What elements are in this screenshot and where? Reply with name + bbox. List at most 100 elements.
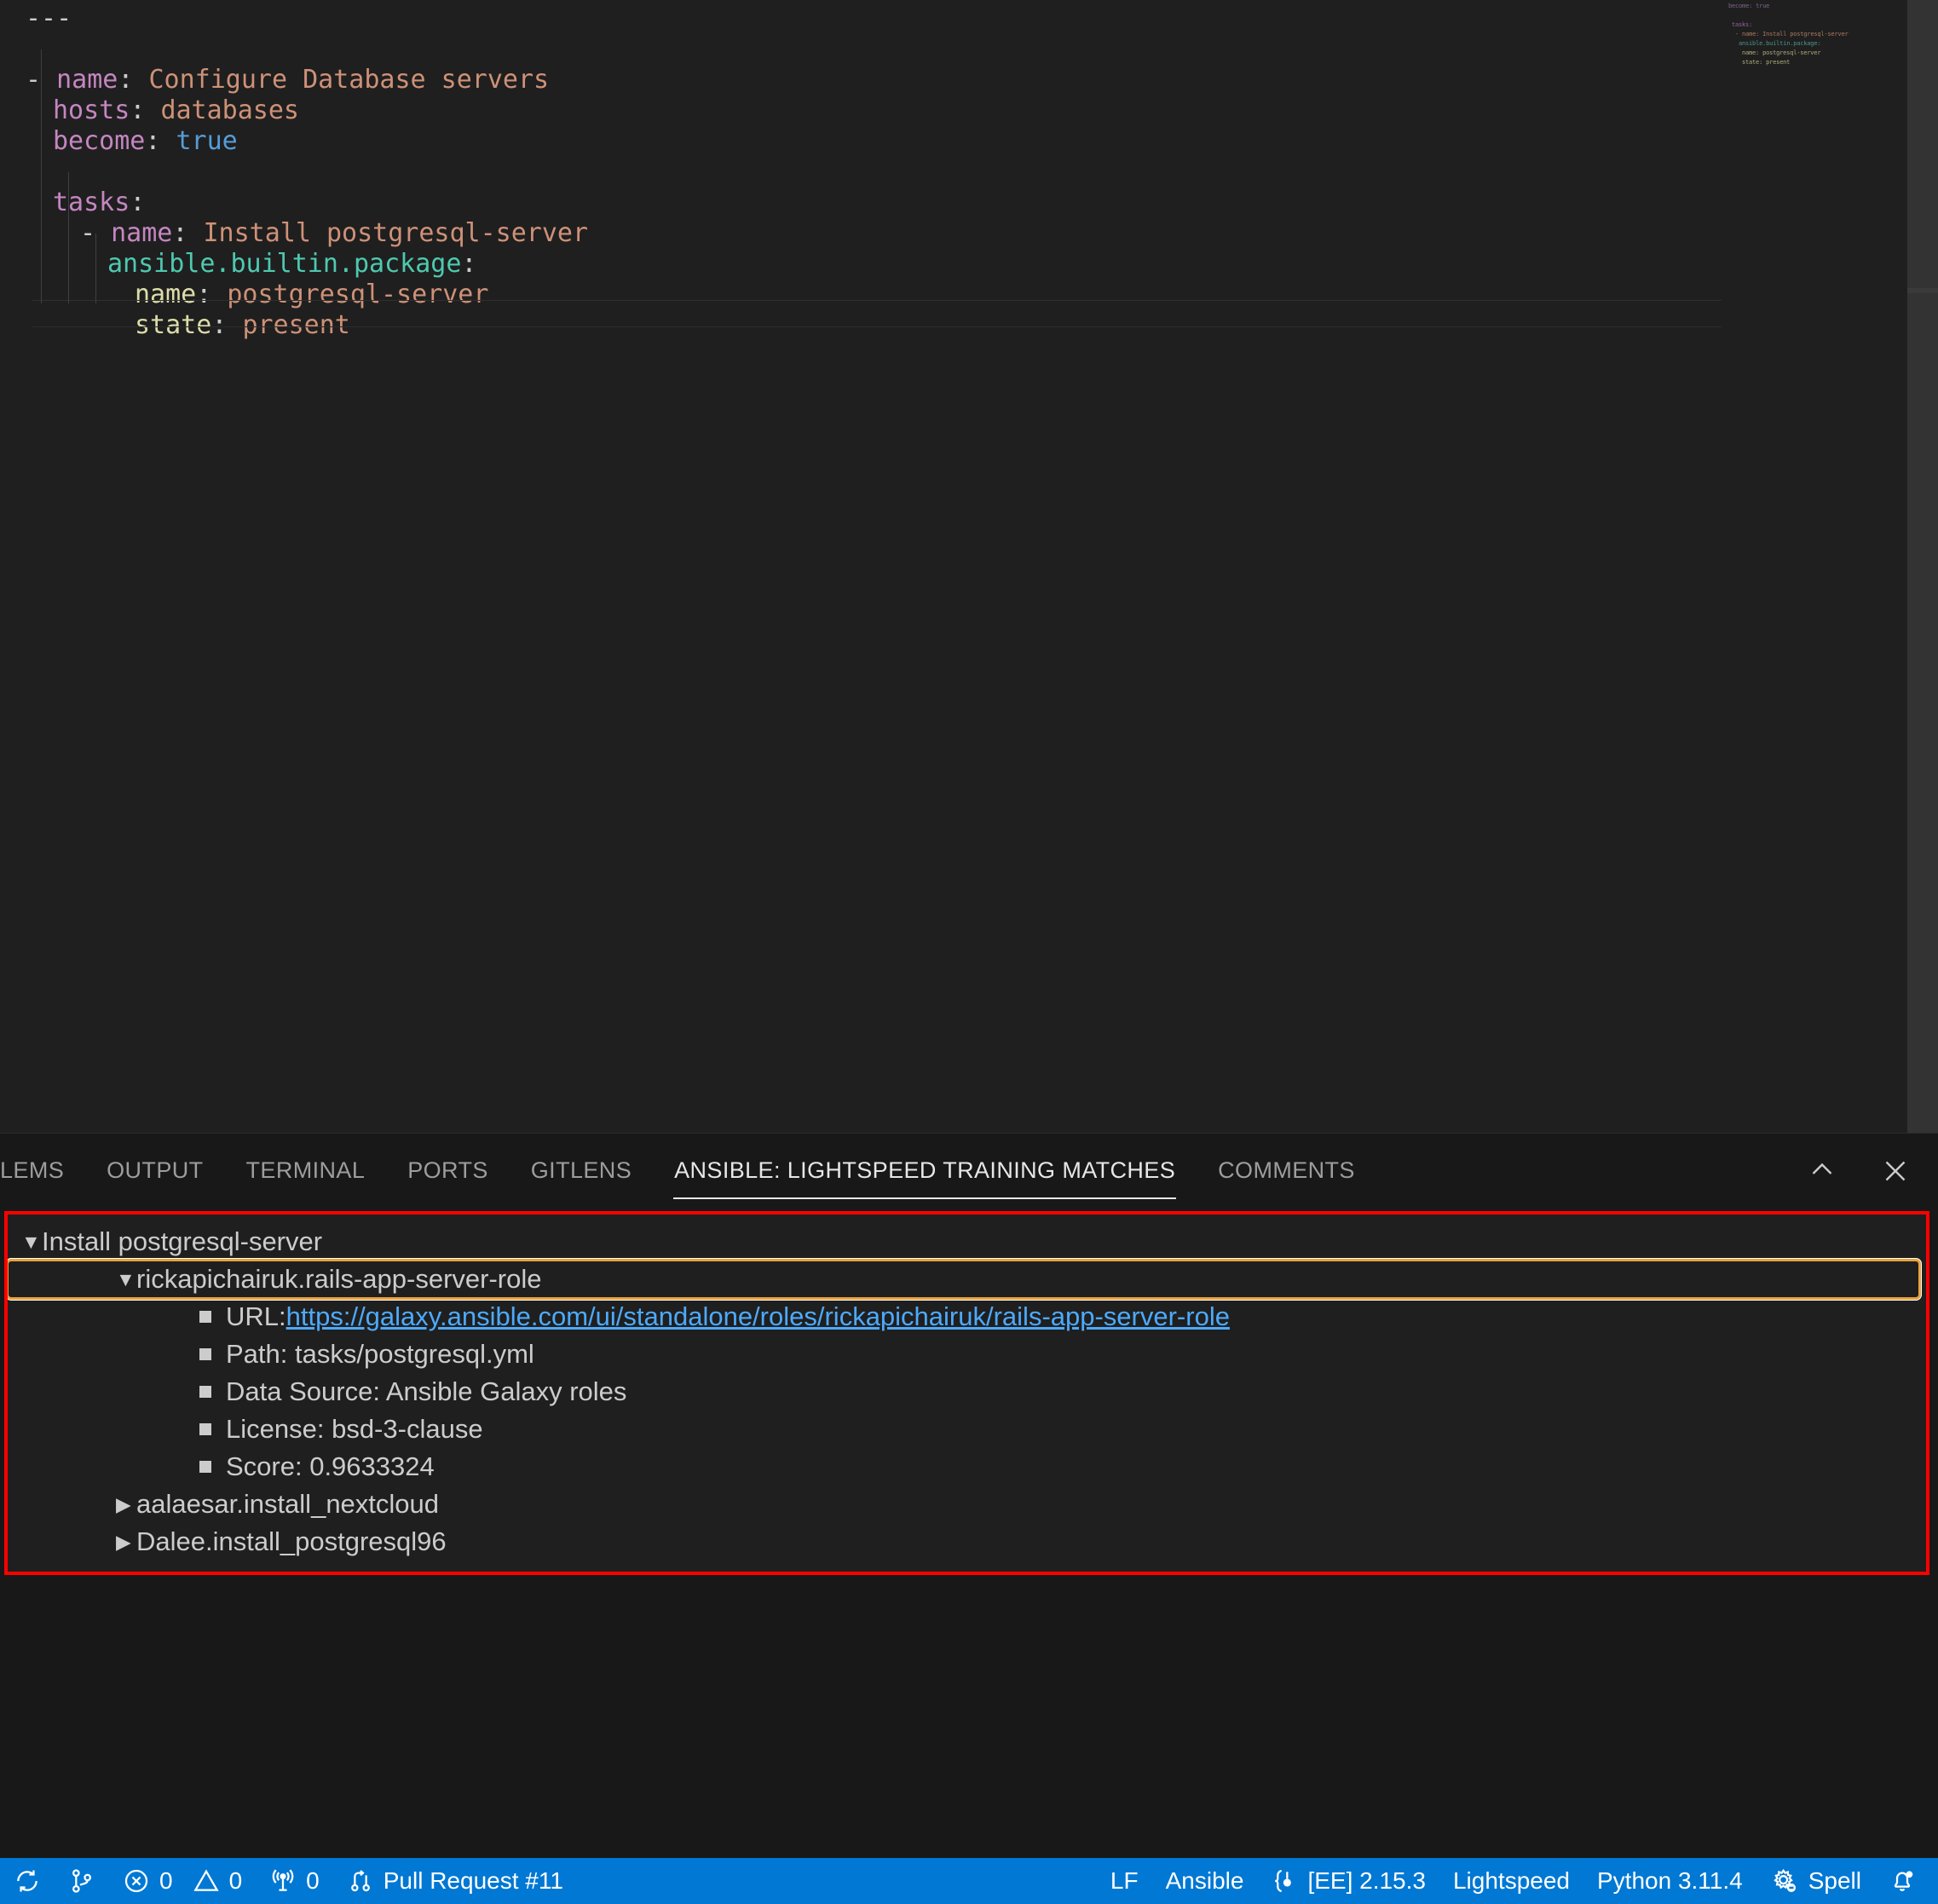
language-mode-label: Ansible	[1165, 1867, 1244, 1894]
chevron-right-icon[interactable]: ▶	[116, 1532, 136, 1552]
vscode-window: --- - name: Configure Database servers hos…	[0, 0, 1938, 1904]
code-token: become	[53, 126, 146, 156]
tree-leaf[interactable]: Data Source: Ansible Galaxy roles	[8, 1373, 1926, 1411]
code-token: present	[242, 310, 350, 340]
training-matches-tree[interactable]: ▼ Install postgresql-server ▼ rickapichairu…	[8, 1215, 1926, 1561]
minimap-line: tasks:	[1732, 21, 1753, 28]
panel-tab-output[interactable]: OUTPUT	[85, 1134, 224, 1208]
training-matches-highlight-box: ▼ Install postgresql-server ▼ rickapichairu…	[4, 1211, 1929, 1575]
code-line: hosts: databases	[0, 95, 588, 126]
tree-leaf-url-link[interactable]: https://galaxy.ansible.com/ui/standalone…	[286, 1301, 1230, 1332]
code-content[interactable]: --- - name: Configure Database servers hos…	[0, 0, 588, 341]
code-line: - name: Configure Database servers	[0, 65, 588, 95]
close-icon[interactable]	[1878, 1154, 1912, 1188]
code-line: become: true	[0, 126, 588, 157]
tree-leaf[interactable]: Path: tasks/postgresql.yml	[8, 1336, 1926, 1373]
panel-tab-comments[interactable]: COMMENTS	[1197, 1134, 1376, 1208]
tree-leaf[interactable]: License: bsd-3-clause	[8, 1411, 1926, 1448]
editor-scrollbar-thumb[interactable]	[1907, 0, 1938, 1133]
radio-tower-status[interactable]: 0	[256, 1858, 333, 1904]
tree-leaf[interactable]: URL: https://galaxy.ansible.com/ui/stand…	[8, 1298, 1926, 1336]
code-token: :	[196, 280, 228, 309]
panel-tab-lems[interactable]: LEMS	[0, 1134, 85, 1208]
indent-guide	[41, 49, 42, 303]
code-region-separator-2	[32, 326, 1724, 327]
panel-tab-terminal[interactable]: TERMINAL	[225, 1134, 387, 1208]
code-editor[interactable]: --- - name: Configure Database servers hos…	[0, 0, 1938, 1133]
code-token: state	[135, 310, 212, 340]
spell-check-icon	[1774, 1868, 1796, 1893]
editor-minimap[interactable]: become: true tasks: - name: Install postgr…	[1722, 0, 1907, 1133]
tree-item-label: rickapichairuk.rails-app-server-role	[136, 1264, 542, 1294]
spell-check-label: Spell	[1808, 1867, 1861, 1894]
bullet-icon	[199, 1311, 211, 1323]
code-token: Configure Database servers	[148, 65, 550, 95]
code-token: databases	[160, 95, 299, 125]
ansible-ee-label: [EE] 2.15.3	[1307, 1867, 1426, 1894]
chevron-down-icon[interactable]: ▼	[21, 1232, 42, 1252]
code-token: :	[211, 310, 243, 340]
status-bar-left: 0 0 0 Pull Request #11	[0, 1858, 577, 1904]
tree-item-label: Score: 0.9633324	[226, 1451, 435, 1481]
tree-item-label: Path: tasks/postgresql.yml	[226, 1339, 534, 1369]
panel-tab-ports[interactable]: PORTS	[386, 1134, 510, 1208]
tree-node[interactable]: ▶ Dalee.install_postgresql96	[8, 1523, 1926, 1561]
chevron-down-icon[interactable]: ▼	[116, 1269, 136, 1290]
code-line: - name: Install postgresql-server	[0, 218, 588, 249]
code-token: :	[145, 126, 176, 156]
pull-request-status[interactable]: Pull Request #11	[333, 1858, 577, 1904]
minimap-line: - name: Install postgresql-server	[1735, 31, 1849, 38]
panel-actions	[1805, 1134, 1912, 1208]
tree-leaf[interactable]: Score: 0.9633324	[8, 1448, 1926, 1486]
indent-guide	[68, 172, 69, 303]
code-line: tasks:	[0, 188, 588, 218]
tree-node-focused[interactable]: ▼ rickapichairuk.rails-app-server-role	[8, 1259, 1921, 1300]
panel-tab-gitlens[interactable]: GITLENS	[510, 1134, 653, 1208]
minimap-line: state: present	[1742, 59, 1791, 66]
eol-status[interactable]: LF	[1097, 1858, 1152, 1904]
ansible-ee-icon	[1275, 1869, 1292, 1893]
editor-overview-marker	[1907, 288, 1938, 293]
code-token: :	[172, 218, 204, 248]
tree-leaf-label: URL:	[226, 1301, 286, 1331]
error-count: 0	[159, 1867, 173, 1894]
panel-tab-ansible-lightspeed-training-matches[interactable]: ANSIBLE: LIGHTSPEED TRAINING MATCHES	[653, 1134, 1197, 1208]
code-token: tasks	[53, 188, 130, 217]
code-token: hosts	[53, 95, 130, 125]
pull-request-label: Pull Request #11	[383, 1867, 563, 1894]
code-token: :	[118, 65, 149, 95]
panel-header: LEMS OUTPUT TERMINAL PORTS GITLENS ANSIBLE: L…	[0, 1134, 1938, 1208]
bullet-icon	[199, 1423, 211, 1435]
source-control-icon[interactable]	[55, 1858, 109, 1904]
tree-node[interactable]: ▼ Install postgresql-server	[8, 1223, 1926, 1261]
python-interpreter-status[interactable]: Python 3.11.4	[1583, 1858, 1756, 1904]
notifications-bell-icon[interactable]	[1875, 1858, 1938, 1904]
chevron-right-icon[interactable]: ▶	[116, 1494, 136, 1515]
problems-status[interactable]: 0 0	[109, 1858, 256, 1904]
code-token: name	[111, 218, 173, 248]
code-line: name: postgresql-server	[0, 280, 588, 310]
bullet-icon	[199, 1386, 211, 1398]
code-token: ansible.builtin.package	[107, 249, 462, 279]
editor-scrollbar[interactable]	[1907, 0, 1938, 1133]
panel-body: ▼ Install postgresql-server ▼ rickapichairu…	[0, 1208, 1938, 1858]
remote-sync-icon[interactable]	[0, 1858, 55, 1904]
language-mode-status[interactable]: Ansible	[1152, 1858, 1258, 1904]
panel-tab-list[interactable]: LEMS OUTPUT TERMINAL PORTS GITLENS ANSIBLE: L…	[0, 1134, 1376, 1208]
lightspeed-status[interactable]: Lightspeed	[1439, 1858, 1583, 1904]
chevron-up-icon[interactable]	[1805, 1154, 1839, 1188]
spell-check-status[interactable]: Spell	[1756, 1858, 1875, 1904]
tree-node[interactable]: ▶ aalaesar.install_nextcloud	[8, 1486, 1926, 1523]
tree-item-label: Data Source: Ansible Galaxy roles	[226, 1376, 627, 1406]
code-token: name	[56, 65, 118, 95]
status-bar: 0 0 0 Pull Request #11 LF Ansible [EE] 2…	[0, 1858, 1938, 1904]
status-bar-right: LF Ansible [EE] 2.15.3 Lightspeed Python…	[1097, 1858, 1938, 1904]
minimap-line: ansible.builtin.package:	[1739, 40, 1821, 47]
code-line: state: present	[0, 310, 588, 341]
minimap-line: name: postgresql-server	[1742, 49, 1821, 56]
code-token: :	[130, 95, 161, 125]
ansible-ee-status[interactable]: [EE] 2.15.3	[1257, 1858, 1439, 1904]
code-line: ---	[0, 3, 588, 34]
